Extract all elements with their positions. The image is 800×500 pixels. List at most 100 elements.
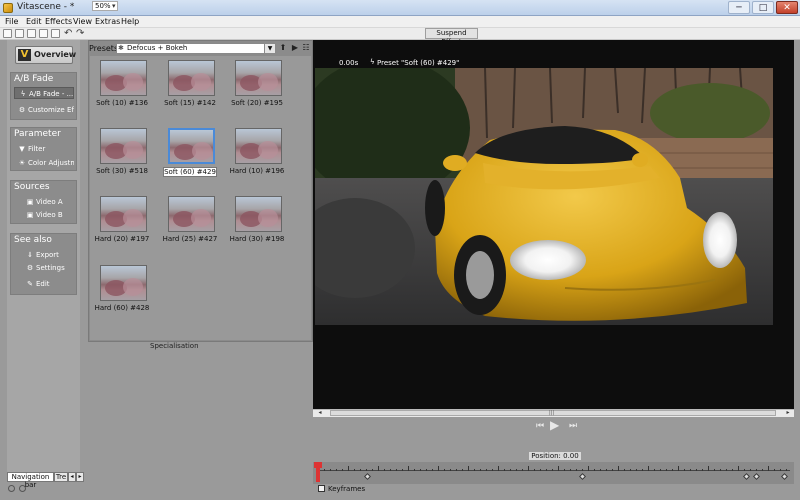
skip-forward-icon[interactable]: ⏭: [569, 421, 577, 431]
menu-file[interactable]: File: [3, 16, 20, 28]
preset-thumbnail[interactable]: Hard (10) #196: [227, 125, 287, 185]
nav-customize-effect[interactable]: ⚙Customize Eff...: [14, 104, 74, 116]
title-bar: [0, 0, 800, 16]
up-arrow-icon[interactable]: ⬆: [278, 43, 288, 54]
preset-thumbnail[interactable]: Hard (20) #197: [92, 193, 152, 253]
export-icon[interactable]: [51, 29, 60, 38]
presets-label: Presets: [89, 44, 119, 53]
preset-label: Hard (30) #198: [229, 235, 285, 243]
preset-preview-image: [168, 60, 215, 96]
timeline-tick: [408, 466, 409, 471]
scroll-right-icon[interactable]: ▸: [783, 409, 793, 417]
status-icon[interactable]: [8, 485, 15, 492]
preset-thumbnail[interactable]: Soft (10) #136: [92, 57, 152, 117]
preset-thumbnail[interactable]: Hard (25) #427: [160, 193, 220, 253]
playhead[interactable]: [316, 462, 320, 482]
timeline-tick: [654, 469, 655, 471]
timeline-tick: [468, 466, 469, 471]
nav-label: Settings: [36, 264, 65, 272]
timeline-tick: [348, 466, 349, 471]
preset-thumbnail[interactable]: Soft (60) #429: [160, 125, 220, 185]
timeline-tick: [708, 466, 709, 471]
menu-edit[interactable]: Edit: [24, 16, 44, 28]
scroll-left-icon[interactable]: ◂: [315, 409, 325, 417]
play-preview-icon[interactable]: ▶: [290, 43, 300, 54]
open-icon[interactable]: [15, 29, 24, 38]
nav-filter[interactable]: ▼ Filter: [14, 143, 74, 155]
menu-extras[interactable]: Extras: [93, 16, 122, 28]
timeline-tick: [582, 469, 583, 471]
overview-button[interactable]: V Overview: [15, 46, 77, 64]
timeline-tick: [420, 469, 421, 471]
preset-preview-image: [100, 196, 147, 232]
timeline-tick: [636, 469, 637, 471]
preset-preview-image: [100, 265, 147, 301]
status-icon[interactable]: [19, 485, 26, 492]
nav-video-b[interactable]: ▣ Video B: [14, 209, 74, 221]
tab-tree[interactable]: Tre: [54, 472, 68, 482]
close-button[interactable]: ✕: [776, 1, 798, 14]
sun-icon: ☀: [18, 159, 26, 167]
skip-back-icon[interactable]: ⏮: [536, 421, 544, 431]
section-sources: Sources ▣ Video A ▣ Video B: [10, 180, 77, 224]
timeline-tick: [630, 469, 631, 471]
nav-edit[interactable]: ✎ Edit: [14, 278, 74, 290]
timeline-tick: [714, 469, 715, 471]
chevron-down-icon[interactable]: ▾: [112, 1, 116, 11]
menu-help[interactable]: Help: [119, 16, 141, 28]
nav-export[interactable]: ⇓ Export: [14, 249, 74, 261]
preset-preview-image: [100, 60, 147, 96]
preset-thumbnail[interactable]: Soft (15) #142: [160, 57, 220, 117]
undo-icon[interactable]: ↶: [64, 28, 72, 39]
chevron-left-icon[interactable]: ◂: [68, 472, 76, 482]
timeline-tick: [330, 469, 331, 471]
timeline-tick: [384, 469, 385, 471]
timeline-tick: [726, 469, 727, 471]
maximize-button[interactable]: □: [752, 1, 774, 14]
preset-thumbnail[interactable]: Soft (30) #518: [92, 125, 152, 185]
preset-preview-image: [168, 196, 215, 232]
save-icon[interactable]: [27, 29, 36, 38]
section-title: A/B Fade: [14, 74, 54, 84]
chevron-down-icon[interactable]: ▼: [264, 43, 276, 54]
menu-view[interactable]: View: [71, 16, 94, 28]
timeline-tick: [378, 466, 379, 471]
grip-icon: |||: [549, 410, 555, 416]
timeline-tick: [684, 469, 685, 471]
preset-category-select[interactable]: Defocus + Bokeh: [116, 43, 276, 54]
preset-thumbnail[interactable]: Soft (20) #195: [227, 57, 287, 117]
suspend-effect-button[interactable]: Suspend Effect: [425, 28, 478, 46]
preset-label: Soft (15) #142: [164, 99, 216, 107]
export-icon: ⇓: [27, 251, 33, 259]
list-view-icon[interactable]: ☷: [301, 43, 311, 54]
play-icon[interactable]: ▶: [550, 418, 559, 432]
minimize-button[interactable]: ─: [728, 1, 750, 14]
nav-video-a[interactable]: ▣ Video A: [14, 196, 74, 208]
nav-ab-fade[interactable]: ϟ A/B Fade - ...: [14, 87, 74, 99]
save-as-icon[interactable]: [39, 29, 48, 38]
timeline-tick: [450, 469, 451, 471]
nav-label: Filter: [28, 145, 46, 153]
video-icon: ▣: [26, 211, 34, 219]
timeline-tick: [540, 469, 541, 471]
wrench-icon: ✎: [27, 280, 33, 288]
preset-thumbnail[interactable]: Hard (30) #198: [227, 193, 287, 253]
timeline-tick: [576, 469, 577, 471]
menu-effects[interactable]: Effects: [43, 16, 74, 28]
nav-settings[interactable]: ⚙ Settings: [14, 262, 74, 274]
preset-preview-image: [235, 60, 282, 96]
overview-label: Overview: [34, 50, 77, 59]
timeline[interactable]: [313, 462, 794, 484]
tab-navigation-bar[interactable]: Navigation bar: [7, 472, 54, 489]
keyframes-checkbox[interactable]: [318, 485, 325, 492]
nav-label: Video A: [36, 198, 63, 206]
nav-color-adjustment[interactable]: ☀Color Adjustm...: [14, 157, 74, 169]
timeline-tick: [438, 466, 439, 471]
car-photo: [315, 68, 773, 325]
preset-thumbnail[interactable]: Hard (60) #428: [92, 262, 152, 322]
redo-icon[interactable]: ↷: [76, 28, 84, 39]
new-icon[interactable]: [3, 29, 12, 38]
timeline-tick: [432, 469, 433, 471]
chevron-right-icon[interactable]: ▸: [76, 472, 84, 482]
nav-label: Color Adjustm...: [28, 159, 74, 167]
